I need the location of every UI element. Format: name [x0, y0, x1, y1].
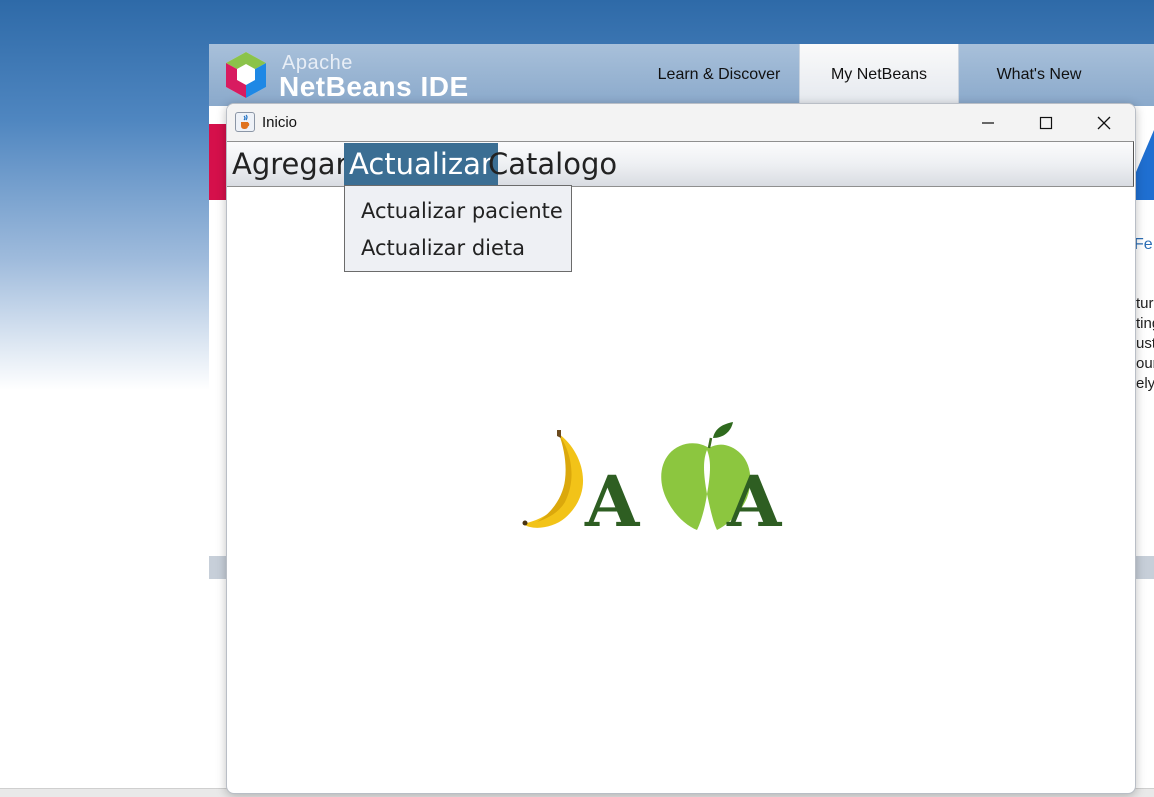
maximize-button[interactable] [1017, 104, 1075, 141]
java-cup-icon [235, 112, 255, 132]
menu-bar: Agregar Actualizar Catalogo [227, 141, 1134, 187]
netbeans-header: Apache NetBeans IDE Learn & Discover My … [209, 44, 1154, 106]
side-text-line: tur [1136, 295, 1154, 312]
close-icon [1097, 116, 1111, 129]
menu-agregar[interactable]: Agregar [227, 143, 352, 185]
menu-item-actualizar-paciente[interactable]: Actualizar paciente [361, 199, 563, 223]
menu-catalogo[interactable]: Catalogo [483, 143, 622, 185]
side-text-line: ust a [1136, 335, 1154, 352]
side-text-line: ely [1136, 375, 1154, 392]
title-bar[interactable]: Inicio [227, 104, 1135, 141]
logo-letter-a-right: A [726, 460, 783, 536]
menu-actualizar[interactable]: Actualizar [344, 143, 498, 185]
maximize-icon [1039, 116, 1053, 129]
netbeans-cube-icon [226, 52, 266, 98]
actualizar-dropdown: Actualizar paciente Actualizar dieta [344, 185, 572, 272]
inicio-window: Inicio Agregar Actualizar Catalogo Actua… [226, 103, 1136, 794]
minimize-icon [982, 121, 994, 124]
tab-my-netbeans[interactable]: My NetBeans [799, 44, 959, 106]
minimize-button[interactable] [959, 104, 1017, 141]
logo-letter-a-left: A [584, 460, 641, 536]
tab-whats-new[interactable]: What's New [959, 44, 1119, 106]
netbeans-ide-label: NetBeans IDE [279, 71, 469, 102]
netbeans-side-link[interactable]: Fe [1134, 236, 1153, 254]
side-text-line: our [1136, 355, 1154, 372]
tab-learn-discover[interactable]: Learn & Discover [639, 44, 799, 106]
menu-item-actualizar-dieta[interactable]: Actualizar dieta [361, 236, 525, 260]
banana-apple-logo: A A [522, 422, 783, 536]
side-text-line: ting [1136, 315, 1154, 332]
close-button[interactable] [1075, 104, 1133, 141]
netbeans-side-text: tur ting ust a our ely [1136, 294, 1154, 394]
window-title: Inicio [262, 114, 298, 131]
